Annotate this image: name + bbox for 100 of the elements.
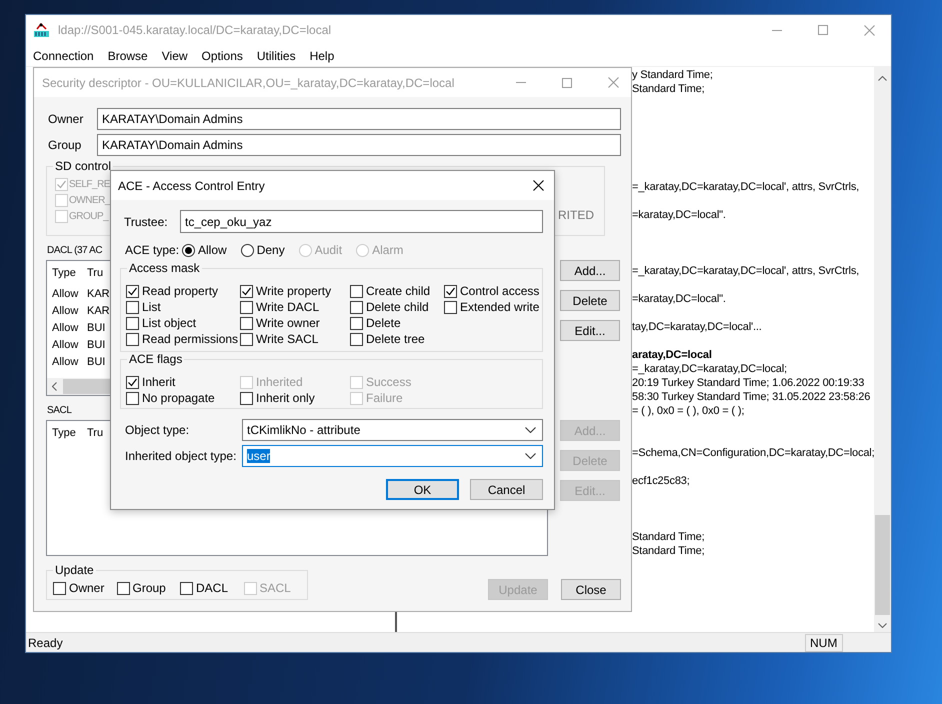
checkbox[interactable]: Read property: [126, 283, 240, 299]
menu-item[interactable]: Utilities: [256, 48, 296, 62]
log-line: =_karatay,DC=karatay,DC=local', attrs, SvrCtrls,: [632, 180, 860, 194]
menu-item[interactable]: Help: [310, 48, 334, 62]
window-title: ACE - Access Control Entry: [118, 178, 266, 192]
dialog-button[interactable]: OK: [386, 479, 459, 500]
list-cell-text: Allow: [51, 356, 80, 368]
checkbox[interactable]: No propagate: [126, 390, 240, 406]
scrollbar[interactable]: [874, 67, 891, 632]
field-label: Owner: [47, 112, 84, 126]
field-label: Inherited object type:: [124, 449, 238, 463]
list-cell-text: Allow: [51, 304, 80, 316]
group-title: Update: [53, 563, 96, 577]
chevron-down-icon[interactable]: [525, 453, 536, 459]
log-line: =_karatay,DC=karatay,DC=local', attrs, SvrCtrls,: [632, 264, 860, 278]
log-line: = ( ), 0x0 = ( ), 0x0 = ( );: [632, 404, 744, 418]
dropdown[interactable]: user: [242, 445, 543, 467]
check-icon: [241, 286, 252, 296]
window-title: Security descriptor - OU=KULLANICILAR,OU=_karatay,DC=karatay,DC=local: [42, 76, 456, 90]
column-header[interactable]: Tru: [82, 427, 104, 439]
log-line: tay,DC=karatay,DC=local'...: [632, 320, 762, 334]
log-line: Standard Time;: [632, 544, 704, 558]
chevron-down-icon[interactable]: [525, 427, 536, 433]
column-header[interactable]: Type: [47, 267, 82, 279]
checkbox[interactable]: Write property: [240, 283, 350, 299]
log-line: 58:30 Turkey Standard Time; 31.05.2022 23:58:26: [632, 390, 870, 404]
section-label: DACL (37 AC: [46, 244, 102, 258]
section-label: SACL: [46, 404, 72, 418]
field-label: Trustee:: [123, 214, 169, 228]
text-field[interactable]: tc_cep_oku_yaz: [180, 210, 543, 233]
checkbox[interactable]: List object: [126, 315, 240, 331]
radio-button[interactable]: Deny: [240, 243, 285, 257]
flag-label: RITED: [558, 208, 594, 222]
dialog-button[interactable]: Cancel: [470, 479, 543, 500]
checkbox[interactable]: Read permissions: [126, 331, 240, 347]
checkbox[interactable]: Create child: [350, 283, 444, 299]
checkbox[interactable]: Write owner: [240, 315, 350, 331]
log-line: Standard Time;: [632, 530, 704, 544]
chevron-up-icon[interactable]: [878, 76, 887, 81]
log-line: =karatay,DC=local".: [632, 208, 726, 222]
list-cell-text: BUI: [86, 322, 106, 334]
checkbox[interactable]: Write SACL: [240, 331, 350, 347]
checkbox[interactable]: Extended write: [444, 299, 540, 315]
field-label: ACE type:: [125, 243, 180, 257]
check-icon: [445, 286, 456, 296]
log-line: ecf1c25c83;: [632, 474, 690, 488]
list-cell-text: KAR: [86, 304, 110, 316]
checkbox[interactable]: Group: [116, 580, 166, 596]
group-title: SD control: [53, 159, 114, 173]
checkbox[interactable]: DACL: [180, 580, 228, 596]
dialog-button[interactable]: Delete: [560, 290, 620, 311]
chevron-left-icon[interactable]: [52, 382, 57, 391]
menu-item[interactable]: Browse: [108, 48, 148, 62]
checkbox[interactable]: Write DACL: [240, 299, 350, 315]
group-title: ACE flags: [127, 352, 184, 366]
status-indicator: NUM: [805, 634, 843, 652]
radio-button[interactable]: Allow: [182, 243, 227, 257]
window-title: ldap://S001-045.karatay.local/DC=karatay,DC=local: [58, 23, 332, 37]
list-cell-text: BUI: [86, 338, 106, 350]
log-line: y Standard Time;: [632, 68, 713, 82]
field-label: Group: [47, 138, 82, 152]
column-header[interactable]: Tru: [82, 267, 104, 279]
dialog-button[interactable]: Edit...: [560, 320, 620, 341]
status-text: Ready: [28, 636, 64, 650]
dialog-button[interactable]: Close: [561, 579, 621, 600]
maximize-icon[interactable]: [562, 78, 572, 88]
maximize-icon[interactable]: [818, 25, 828, 35]
app-icon: [33, 22, 50, 38]
dropdown[interactable]: tCKimlikNo - attribute: [242, 419, 543, 441]
list-cell-text: Allow: [51, 288, 80, 300]
group-title: Access mask: [127, 261, 202, 275]
menu-item[interactable]: View: [162, 48, 188, 62]
checkbox[interactable]: Inherit: [126, 374, 240, 390]
checkbox[interactable]: Delete tree: [350, 331, 444, 347]
field-label: Object type:: [124, 423, 190, 437]
checkbox[interactable]: Delete: [350, 315, 444, 331]
list-cell-text: BUI: [86, 356, 106, 368]
checkbox[interactable]: Control access: [444, 283, 540, 299]
log-line: aratay,DC=local: [632, 348, 712, 362]
list-cell-text: Allow: [51, 322, 80, 334]
chevron-down-icon[interactable]: [878, 623, 887, 628]
close-icon[interactable]: [533, 180, 544, 191]
list-cell-text: Allow: [51, 338, 80, 350]
text-field[interactable]: KARATAY\Domain Admins: [97, 108, 621, 130]
menu-item[interactable]: Connection: [33, 48, 94, 62]
scrollbar-thumb[interactable]: [875, 515, 890, 615]
text-field[interactable]: KARATAY\Domain Admins: [97, 134, 621, 156]
check-icon: [56, 178, 67, 190]
log-line: =_karatay,DC=karatay,DC=local;: [632, 362, 787, 376]
checkbox[interactable]: Inherit only: [240, 390, 350, 406]
column-header[interactable]: Type: [47, 427, 82, 439]
log-line: =karatay,DC=local".: [632, 292, 726, 306]
log-line: Standard Time;: [632, 82, 704, 96]
dialog-button[interactable]: Add...: [560, 260, 620, 281]
checkbox[interactable]: Delete child: [350, 299, 444, 315]
checkbox[interactable]: Owner: [53, 580, 104, 596]
log-line: =Schema,CN=Configuration,DC=karatay,DC=local;: [632, 446, 874, 460]
checkbox[interactable]: List: [126, 299, 240, 315]
check-icon: [127, 286, 138, 296]
menu-item[interactable]: Options: [202, 48, 243, 62]
